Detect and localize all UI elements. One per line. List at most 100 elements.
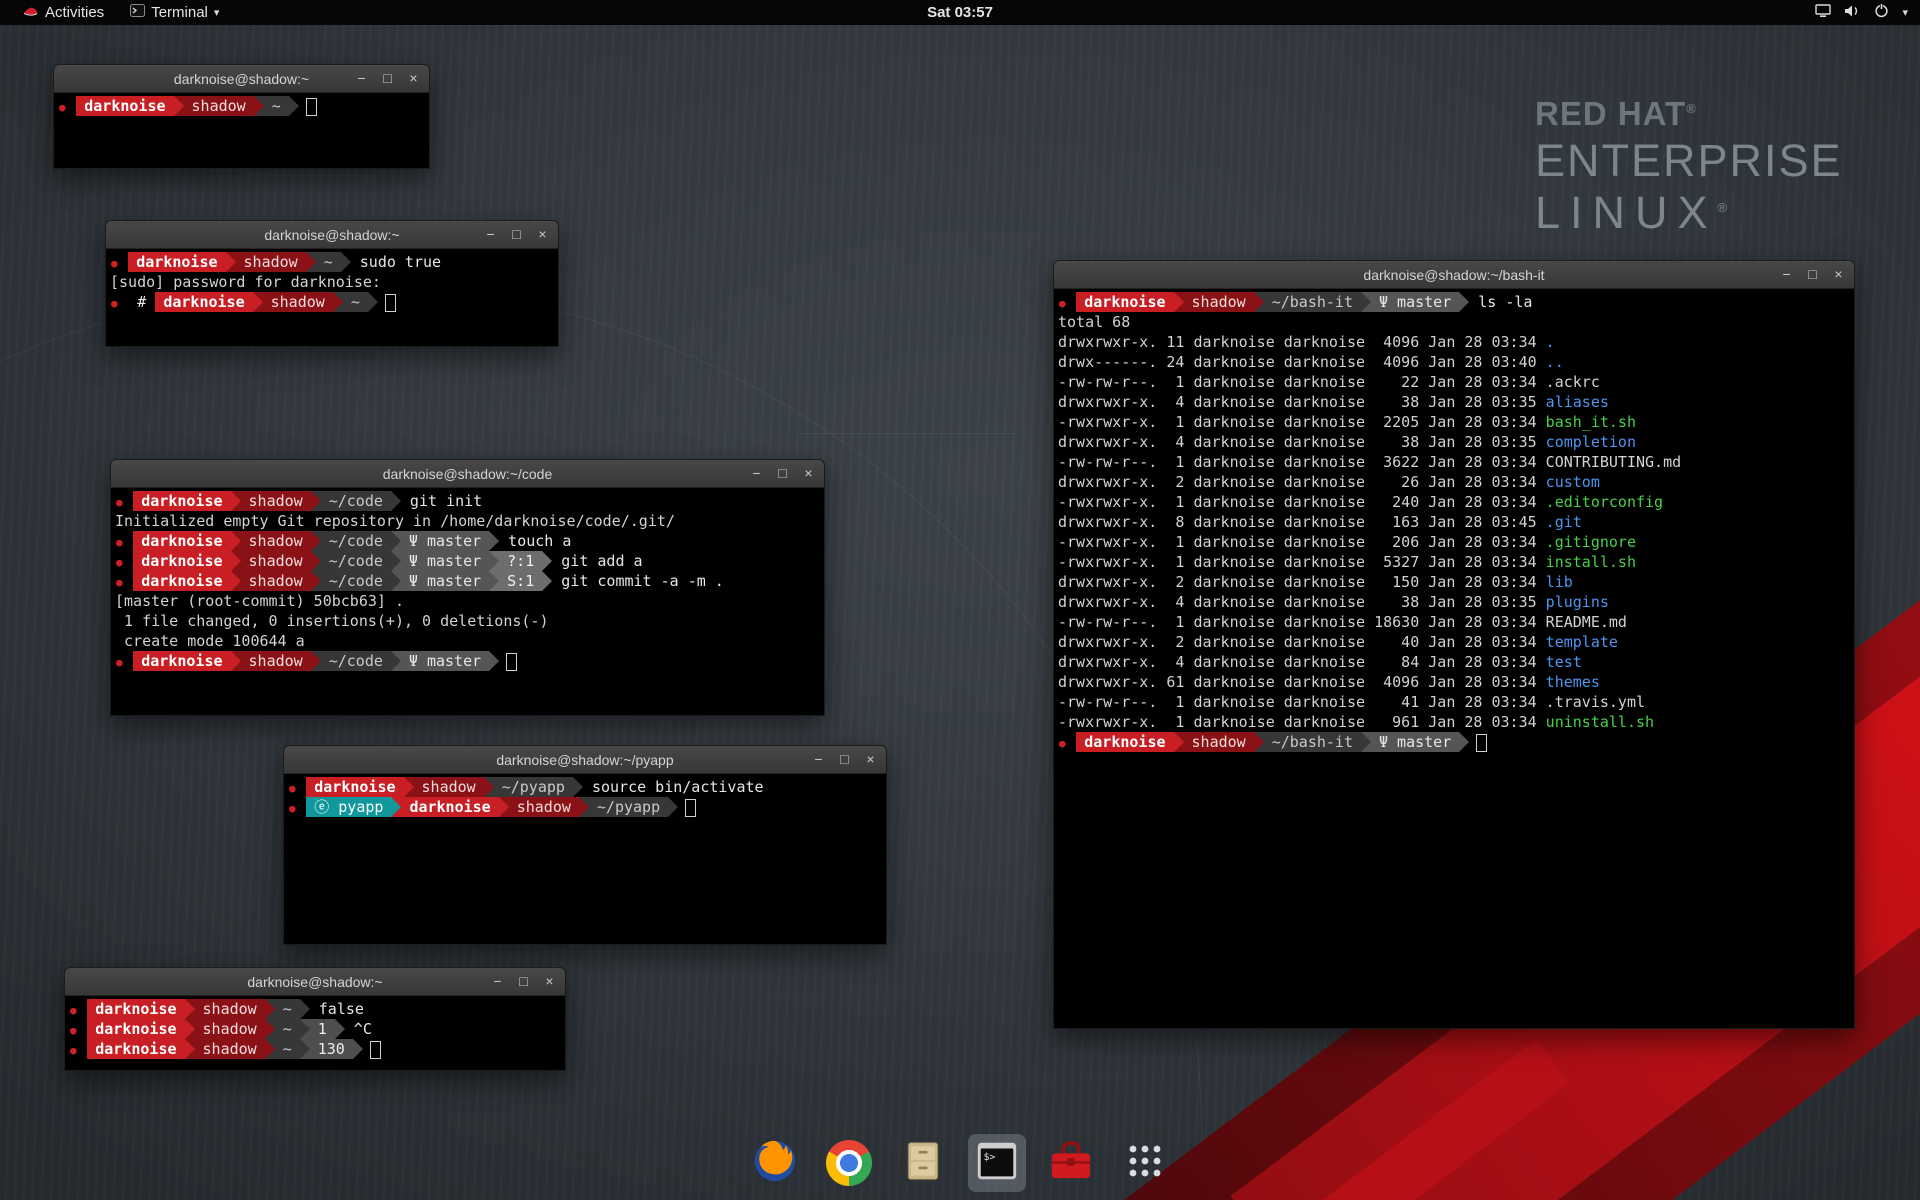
terminal-text: git add a bbox=[552, 552, 642, 570]
terminal-content[interactable]: ● darknoiseshadow~ sudo true[sudo] passw… bbox=[106, 249, 558, 312]
brand-red-hat: RED HAT® bbox=[1535, 95, 1843, 133]
dock-chrome[interactable] bbox=[820, 1134, 878, 1192]
dock-toolbox[interactable] bbox=[1042, 1134, 1100, 1192]
terminal-window-home-2: darknoise@shadow:~ − □ × ● darknoiseshad… bbox=[64, 967, 566, 1071]
terminal-line: ● darknoiseshadow~130 bbox=[69, 1039, 559, 1059]
window-titlebar[interactable]: darknoise@shadow:~/code − □ × bbox=[111, 460, 824, 488]
maximize-button[interactable]: □ bbox=[837, 752, 852, 767]
powerline-arrow-icon bbox=[489, 571, 499, 591]
minimize-button[interactable]: − bbox=[483, 227, 498, 242]
prompt-segment-host: shadow bbox=[509, 797, 579, 817]
activities-button[interactable]: Activities bbox=[12, 0, 114, 25]
power-icon[interactable] bbox=[1874, 3, 1889, 22]
terminal-line: ● darknoiseshadow~ false bbox=[69, 999, 559, 1019]
prompt-segment-host: shadow bbox=[184, 96, 254, 116]
terminal-line: drwxrwxr-x. 4 darknoise darknoise 84 Jan… bbox=[1058, 652, 1848, 672]
terminal-text: themes bbox=[1546, 673, 1600, 691]
terminal-text: 1 file changed, 0 insertions(+), 0 delet… bbox=[115, 612, 548, 630]
minimize-button[interactable]: − bbox=[749, 466, 764, 481]
powerline-arrow-icon bbox=[579, 797, 589, 817]
powerline-arrow-icon bbox=[353, 1039, 363, 1059]
close-button[interactable]: × bbox=[406, 71, 421, 86]
powerline-arrow-icon bbox=[368, 292, 378, 312]
terminal-line: ● darknoiseshadow~/codeΨ master bbox=[115, 651, 818, 671]
svg-text:$>: $> bbox=[984, 1152, 996, 1163]
powerline-arrow-icon bbox=[300, 1019, 310, 1039]
os-icon: ● bbox=[70, 1004, 83, 1017]
terminal-content[interactable]: ● darknoiseshadow~ false ● darknoiseshado… bbox=[65, 996, 565, 1059]
powerline-arrow-icon bbox=[1254, 292, 1264, 312]
prompt-segment-path: ~ bbox=[316, 252, 341, 272]
powerline-arrow-icon bbox=[391, 551, 401, 571]
dock-files[interactable] bbox=[894, 1134, 952, 1192]
terminal-content[interactable]: ● darknoiseshadow~ bbox=[54, 93, 429, 116]
window-title: darknoise@shadow:~/bash-it bbox=[1054, 267, 1854, 283]
window-titlebar[interactable]: darknoise@shadow:~/pyapp − □ × bbox=[284, 746, 886, 774]
window-titlebar[interactable]: darknoise@shadow:~/bash-it − □ × bbox=[1054, 261, 1854, 289]
clock[interactable]: Sat 03:57 bbox=[927, 4, 993, 21]
maximize-button[interactable]: □ bbox=[516, 974, 531, 989]
powerline-arrow-icon bbox=[231, 571, 241, 591]
terminal-line: total 68 bbox=[1058, 312, 1848, 332]
maximize-button[interactable]: □ bbox=[380, 71, 395, 86]
terminal-line: ● darknoiseshadow~/codeΨ master touch a bbox=[115, 531, 818, 551]
display-icon[interactable] bbox=[1815, 4, 1831, 22]
terminal-text: drwxrwxr-x. 2 darknoise darknoise 26 Jan… bbox=[1058, 473, 1546, 491]
powerline-arrow-icon bbox=[253, 292, 263, 312]
close-button[interactable]: × bbox=[801, 466, 816, 481]
maximize-button[interactable]: □ bbox=[509, 227, 524, 242]
maximize-button[interactable]: □ bbox=[1805, 267, 1820, 282]
prompt-segment-path: ~/bash-it bbox=[1264, 732, 1361, 752]
prompt-segment-user: darknoise bbox=[1076, 732, 1173, 752]
volume-icon[interactable] bbox=[1844, 4, 1861, 22]
prompt-segment-user: darknoise bbox=[133, 491, 230, 511]
powerline-arrow-icon bbox=[185, 1039, 195, 1059]
terminal-content[interactable]: ● darknoiseshadow~/pyapp source bin/acti… bbox=[284, 774, 886, 817]
os-icon: ● bbox=[116, 556, 129, 569]
close-button[interactable]: × bbox=[542, 974, 557, 989]
terminal-line: drwxrwxr-x. 2 darknoise darknoise 150 Ja… bbox=[1058, 572, 1848, 592]
close-button[interactable]: × bbox=[863, 752, 878, 767]
maximize-button[interactable]: □ bbox=[775, 466, 790, 481]
minimize-button[interactable]: − bbox=[1779, 267, 1794, 282]
terminal-text: -rwxrwxr-x. 1 darknoise darknoise 2205 J… bbox=[1058, 413, 1546, 431]
prompt-segment-user: darknoise bbox=[1076, 292, 1173, 312]
powerline-arrow-icon bbox=[300, 999, 310, 1019]
window-titlebar[interactable]: darknoise@shadow:~ − □ × bbox=[106, 221, 558, 249]
minimize-button[interactable]: − bbox=[354, 71, 369, 86]
powerline-arrow-icon bbox=[265, 1019, 275, 1039]
text-cursor bbox=[1476, 734, 1487, 752]
terminal-text: test bbox=[1546, 653, 1582, 671]
os-icon: ● bbox=[289, 782, 302, 795]
dock-app-grid[interactable] bbox=[1116, 1134, 1174, 1192]
rhel-wordmark: RED HAT® ENTERPRISE LINUX® bbox=[1535, 95, 1843, 239]
powerline-arrow-icon bbox=[542, 551, 552, 571]
terminal-content[interactable]: ● darknoiseshadow~/bash-itΨ master ls -l… bbox=[1054, 289, 1854, 752]
terminal-line: -rwxrwxr-x. 1 darknoise darknoise 240 Ja… bbox=[1058, 492, 1848, 512]
app-menu-terminal[interactable]: Terminal ▾ bbox=[120, 0, 229, 25]
dock-terminal[interactable]: $> bbox=[968, 1134, 1026, 1192]
window-titlebar[interactable]: darknoise@shadow:~ − □ × bbox=[54, 65, 429, 93]
terminal-line: ● ⓔ pyappdarknoiseshadow~/pyapp bbox=[288, 797, 880, 817]
prompt-segment-path: ~ bbox=[264, 96, 289, 116]
terminal-line: -rw-rw-r--. 1 darknoise darknoise 3622 J… bbox=[1058, 452, 1848, 472]
dock-firefox[interactable] bbox=[746, 1134, 804, 1192]
powerline-arrow-icon bbox=[185, 999, 195, 1019]
minimize-button[interactable]: − bbox=[811, 752, 826, 767]
close-button[interactable]: × bbox=[535, 227, 550, 242]
text-cursor bbox=[370, 1041, 381, 1059]
terminal-content[interactable]: ● darknoiseshadow~/code git initInitiali… bbox=[111, 488, 824, 671]
powerline-arrow-icon bbox=[489, 651, 499, 671]
close-button[interactable]: × bbox=[1831, 267, 1846, 282]
terminal-line: drwxrwxr-x. 11 darknoise darknoise 4096 … bbox=[1058, 332, 1848, 352]
terminal-text: install.sh bbox=[1546, 553, 1636, 571]
prompt-segment-host: shadow bbox=[195, 1039, 265, 1059]
window-titlebar[interactable]: darknoise@shadow:~ − □ × bbox=[65, 968, 565, 996]
powerline-arrow-icon bbox=[231, 491, 241, 511]
powerline-arrow-icon bbox=[174, 96, 184, 116]
minimize-button[interactable]: − bbox=[490, 974, 505, 989]
text-cursor bbox=[385, 294, 396, 312]
system-menu-chevron-icon[interactable]: ▾ bbox=[1902, 6, 1908, 19]
terminal-icon: $> bbox=[974, 1138, 1020, 1189]
powerline-arrow-icon bbox=[573, 777, 583, 797]
